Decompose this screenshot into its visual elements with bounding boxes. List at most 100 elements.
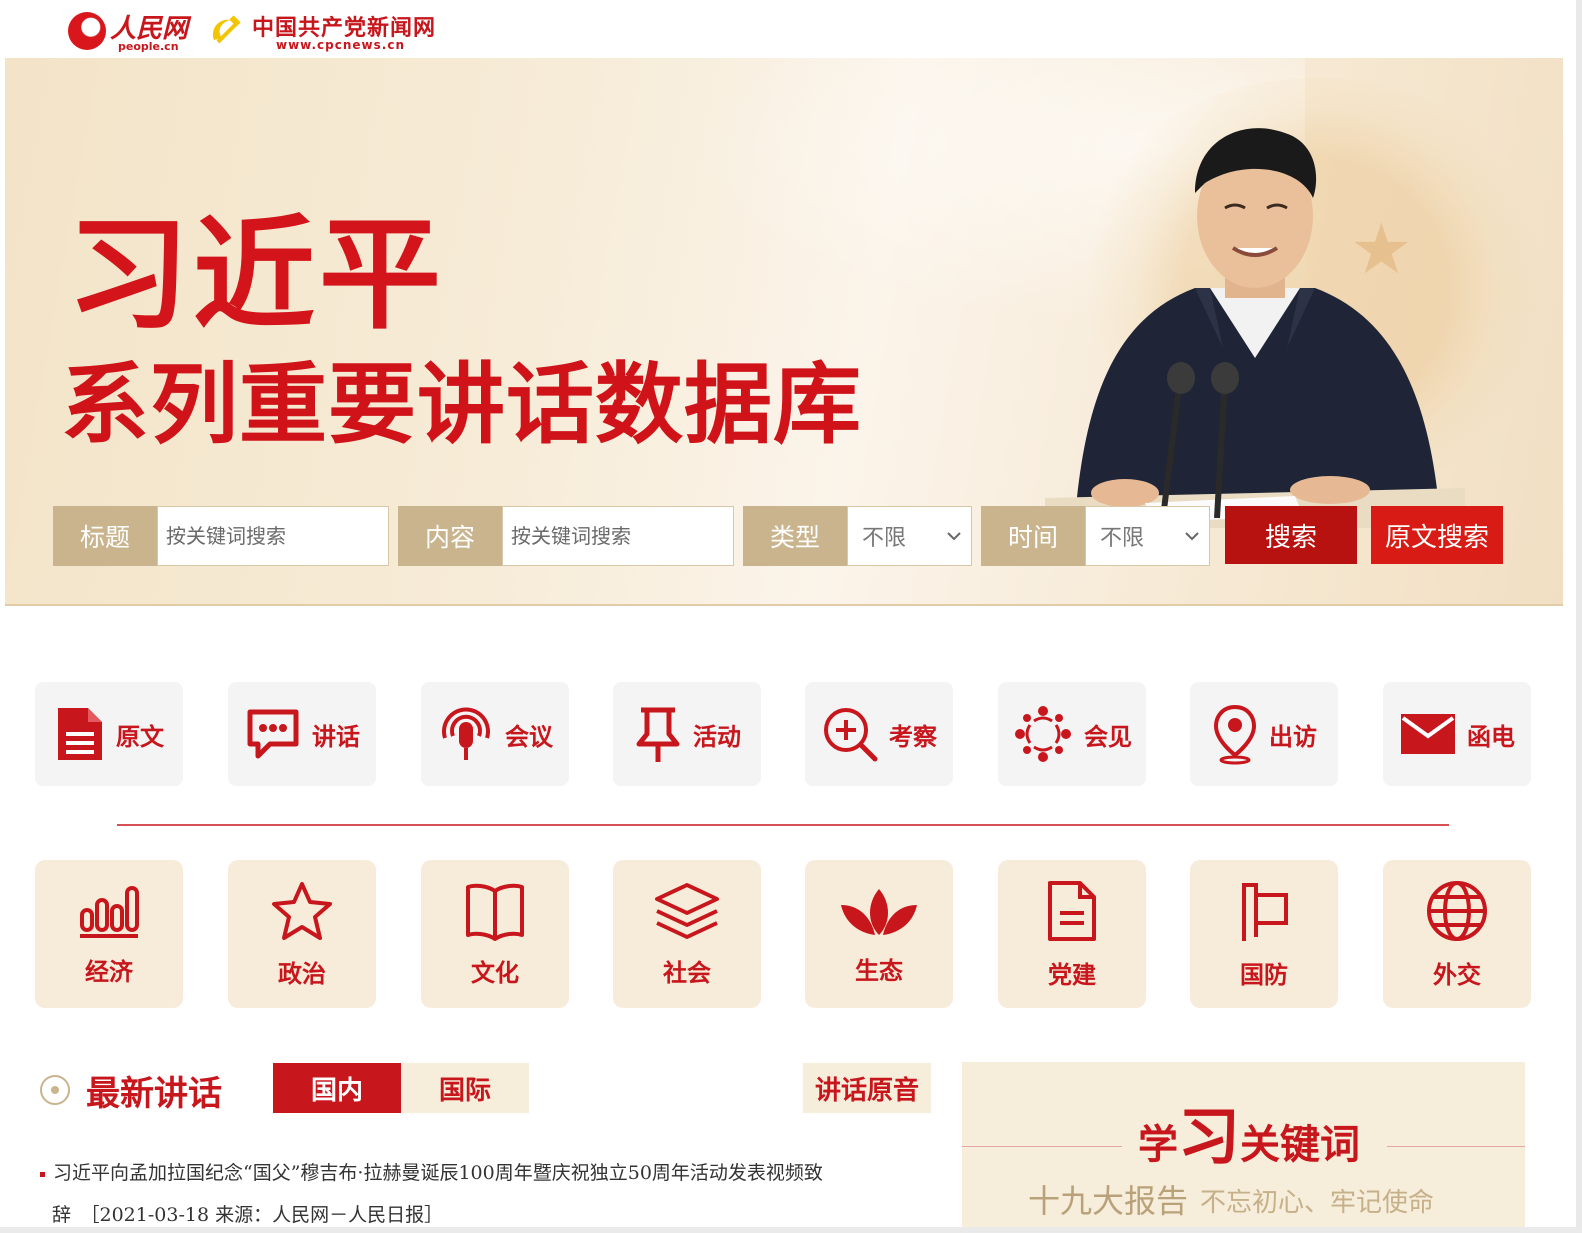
speech-audio-link[interactable]: 讲话原音 [803, 1063, 931, 1113]
leaves-icon [841, 888, 917, 935]
type-label: 类型 [743, 506, 847, 566]
raw-text-search-button[interactable]: 原文搜索 [1371, 506, 1503, 564]
podcast-mic-icon [442, 707, 490, 760]
category-meeting-with[interactable]: 会见 [998, 682, 1146, 786]
chevron-down-icon [947, 532, 961, 541]
category-label: 会见 [1084, 722, 1132, 751]
topic-label: 国防 [1240, 960, 1288, 989]
topic-defense[interactable]: 国防 [1190, 860, 1338, 1008]
category-label: 函电 [1467, 722, 1515, 751]
title-search-group: 标题 [53, 506, 389, 566]
speaker-portrait-image [1045, 128, 1465, 528]
category-label: 考察 [889, 722, 937, 751]
keywords-title: 学习关键词 [1138, 1086, 1360, 1176]
globe-icon [1427, 880, 1487, 941]
keywords-title-big: 习 [1178, 1100, 1241, 1173]
hammer-sickle-icon [212, 15, 241, 44]
keyword-line-right [1387, 1146, 1525, 1147]
category-letters[interactable]: 函电 [1383, 682, 1531, 786]
chevron-down-icon [1185, 532, 1199, 541]
category-label: 活动 [693, 722, 741, 751]
content-search-group: 内容 [398, 506, 734, 566]
news-item-text: 习近平向孟加拉国纪念“国父”穆吉布·拉赫曼诞辰100周年暨庆祝独立50周年活动发… [53, 1162, 823, 1184]
window-edge-bottom [0, 1227, 1582, 1233]
title-search-input[interactable] [166, 507, 388, 565]
type-select[interactable]: 不限 [847, 506, 972, 566]
logo1-url: people.cn [118, 40, 179, 53]
people-circle-icon [1015, 706, 1071, 762]
window-edge-right [1576, 0, 1582, 1233]
category-activity[interactable]: 活动 [613, 682, 761, 786]
topic-label: 生态 [855, 956, 903, 985]
content-search-input[interactable] [511, 507, 733, 565]
category-label: 讲话 [312, 722, 360, 751]
envelope-icon [1401, 714, 1455, 754]
category-label: 会议 [505, 722, 553, 751]
time-select-value: 不限 [1100, 526, 1145, 551]
logo2-url: www.cpcnews.cn [276, 38, 405, 52]
zoom-in-icon [824, 708, 878, 762]
keywords-title-pre: 学 [1138, 1122, 1178, 1168]
pushpin-icon [636, 707, 680, 762]
category-speech[interactable]: 讲话 [228, 682, 376, 786]
hero-banner: ★ 习近平 系列重要讲话数据库 标题 按关键词搜索 内容 按关键词搜索 类型 不… [5, 58, 1563, 606]
document-icon [58, 708, 102, 760]
type-filter-group: 类型 不限 [743, 506, 972, 566]
topic-politics[interactable]: 政治 [228, 860, 376, 1008]
topic-label: 经济 [85, 957, 133, 986]
tab-international[interactable]: 国际 [401, 1063, 529, 1113]
people-cn-emblem-icon [68, 12, 106, 50]
flag-icon [1242, 882, 1288, 941]
title-label: 标题 [53, 506, 157, 566]
star-icon [272, 881, 332, 940]
topic-party-building[interactable]: 党建 [998, 860, 1146, 1008]
latest-speeches-title: 最新讲话 [86, 1074, 222, 1114]
layers-icon [655, 882, 719, 939]
keywords-title-post: 关键词 [1240, 1122, 1361, 1168]
topic-ecology[interactable]: 生态 [805, 860, 953, 1008]
category-meeting[interactable]: 会议 [421, 682, 569, 786]
bullet-icon [40, 1171, 45, 1177]
category-original-text[interactable]: 原文 [35, 682, 183, 786]
cpcnews-logo[interactable]: 中国共产党新闻网 www.cpcnews.cn [208, 8, 448, 54]
time-label: 时间 [981, 506, 1085, 566]
topic-culture[interactable]: 文化 [421, 860, 569, 1008]
banner-title-database: 系列重要讲话数据库 [61, 352, 863, 456]
section-divider [117, 824, 1449, 826]
topic-society[interactable]: 社会 [613, 860, 761, 1008]
topic-label: 社会 [663, 958, 711, 987]
list-item[interactable]: 习近平向孟加拉国纪念“国父”穆吉布·拉赫曼诞辰100周年暨庆祝独立50周年活动发… [40, 1152, 930, 1194]
category-visit-abroad[interactable]: 出访 [1190, 682, 1338, 786]
search-button[interactable]: 搜索 [1225, 506, 1357, 564]
study-keywords-panel[interactable]: 学习关键词 十九大报告 不忘初心、牢记使命 [962, 1062, 1525, 1233]
topic-label: 文化 [471, 958, 519, 987]
bar-chart-icon [80, 885, 139, 938]
topic-label: 外交 [1433, 960, 1481, 989]
topic-economy[interactable]: 经济 [35, 860, 183, 1008]
tab-domestic[interactable]: 国内 [273, 1063, 401, 1113]
topic-label: 党建 [1048, 960, 1096, 989]
type-select-value: 不限 [862, 526, 907, 551]
people-cn-logo[interactable]: 人民网 people.cn [68, 8, 188, 54]
file-icon [1048, 880, 1096, 941]
content-label: 内容 [398, 506, 502, 566]
keyword-item[interactable]: 不忘初心、牢记使命 [1200, 1182, 1434, 1219]
category-inspection[interactable]: 考察 [805, 682, 953, 786]
section-bullet-icon [40, 1075, 70, 1105]
time-filter-group: 时间 不限 [981, 506, 1210, 566]
top-bar: 人民网 people.cn 中国共产党新闻网 www.cpcnews.cn [0, 0, 1582, 58]
topic-label: 政治 [278, 959, 326, 988]
time-select[interactable]: 不限 [1085, 506, 1210, 566]
banner-title-name: 习近平 [67, 204, 445, 346]
category-label: 原文 [116, 722, 164, 751]
keyword-line-left [962, 1146, 1122, 1147]
keyword-item[interactable]: 十九大报告 [1028, 1176, 1188, 1222]
title-field-box [157, 506, 389, 566]
category-label: 出访 [1269, 722, 1317, 751]
news-list: 习近平向孟加拉国纪念“国父”穆吉布·拉赫曼诞辰100周年暨庆祝独立50周年活动发… [40, 1152, 930, 1233]
location-pin-icon [1213, 704, 1257, 765]
book-icon [466, 883, 524, 941]
content-field-box [502, 506, 734, 566]
topic-diplomacy[interactable]: 外交 [1383, 860, 1531, 1008]
speech-bubble-icon [247, 709, 299, 759]
